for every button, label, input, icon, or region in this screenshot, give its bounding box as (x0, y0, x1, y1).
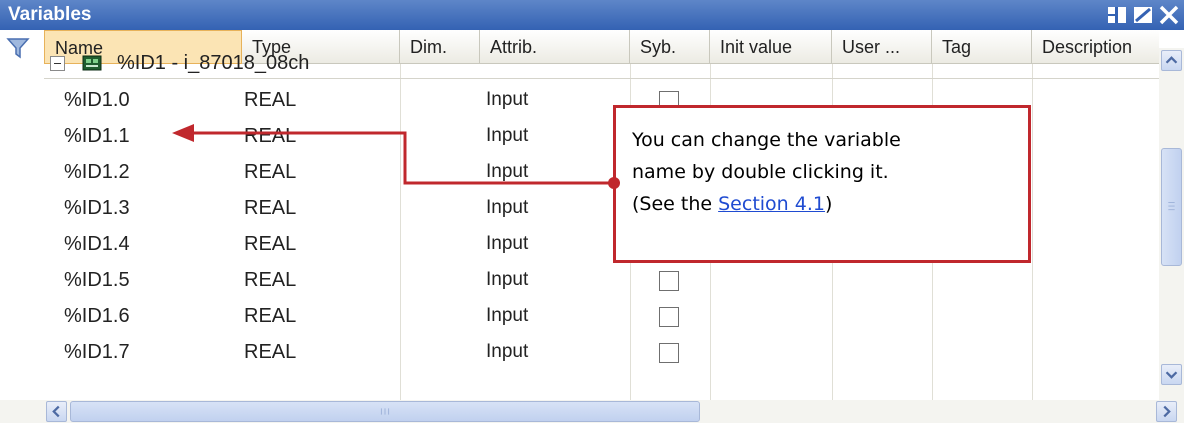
scroll-corner (0, 400, 44, 423)
scroll-right-button[interactable] (1156, 401, 1177, 422)
variables-panel: Variables Name Type Dim. Attrib. Syb. In… (0, 0, 1184, 423)
group-row[interactable]: %ID1 - i_87018_08ch (44, 48, 1159, 78)
variable-type-cell: REAL (244, 197, 297, 219)
callout-suffix: ) (824, 193, 833, 215)
close-button[interactable] (1158, 4, 1180, 26)
split-icon (1108, 7, 1126, 23)
variable-attrib-cell: Input (486, 197, 529, 218)
variable-type-cell: REAL (244, 305, 297, 327)
variable-name-cell[interactable]: %ID1.0 (64, 82, 130, 118)
variable-name-cell[interactable]: %ID1.1 (64, 118, 130, 154)
chevron-right-icon (1163, 405, 1171, 418)
io-board-icon (82, 55, 102, 71)
callout-prefix: (See the (632, 193, 719, 215)
vertical-scrollbar[interactable] (1159, 48, 1184, 400)
variable-attrib-cell: Input (486, 233, 529, 254)
variable-attrib-cell: Input (486, 269, 529, 290)
group-label: %ID1 - i_87018_08ch (117, 52, 310, 74)
chevron-left-icon (52, 405, 60, 418)
syb-checkbox[interactable] (659, 307, 679, 327)
filter-column (0, 30, 44, 400)
title-buttons (1106, 4, 1180, 26)
table-row[interactable]: %ID1.5 REAL Input (44, 262, 1159, 298)
variable-name-cell[interactable]: %ID1.6 (64, 298, 130, 334)
table-row[interactable]: %ID1.6 REAL Input (44, 298, 1159, 334)
split-view-button[interactable] (1106, 4, 1128, 26)
edit-icon (1134, 7, 1152, 23)
edit-button[interactable] (1132, 4, 1154, 26)
row-divider (44, 78, 1159, 79)
syb-checkbox[interactable] (659, 343, 679, 363)
syb-checkbox[interactable] (659, 271, 679, 291)
variable-name-cell[interactable]: %ID1.3 (64, 190, 130, 226)
variable-name-cell[interactable]: %ID1.7 (64, 334, 130, 370)
horizontal-scroll-thumb[interactable] (70, 401, 700, 422)
section-link[interactable]: Section 4.1 (718, 193, 825, 215)
grip-icon (380, 408, 390, 415)
panel-title: Variables (8, 4, 92, 25)
chevron-down-icon (1165, 371, 1178, 379)
variable-type-cell: REAL (244, 125, 297, 147)
variable-attrib-cell: Input (486, 125, 529, 146)
variable-type-cell: REAL (244, 233, 297, 255)
callout-line: You can change the variable (632, 129, 901, 151)
variable-type-cell: REAL (244, 341, 297, 363)
close-icon (1159, 5, 1179, 25)
callout-text: You can change the variable name by doub… (632, 124, 1022, 220)
horizontal-scrollbar[interactable] (44, 400, 1184, 423)
variable-name-cell[interactable]: %ID1.4 (64, 226, 130, 262)
callout-line: name by double clicking it. (632, 161, 889, 183)
variable-attrib-cell: Input (486, 341, 529, 362)
callout-line: (See the Section 4.1) (632, 188, 1022, 220)
variable-type-cell: REAL (244, 269, 297, 291)
variable-name-cell[interactable]: %ID1.2 (64, 154, 130, 190)
variable-name-cell[interactable]: %ID1.5 (64, 262, 130, 298)
callout-box: You can change the variable name by doub… (613, 105, 1031, 263)
variable-attrib-cell: Input (486, 305, 529, 326)
scroll-left-button[interactable] (46, 401, 67, 422)
title-bar: Variables (0, 0, 1184, 30)
scroll-up-button[interactable] (1161, 50, 1182, 71)
variable-type-cell: REAL (244, 89, 297, 111)
table-row[interactable]: %ID1.7 REAL Input (44, 334, 1159, 370)
chevron-up-icon (1165, 56, 1178, 64)
filter-icon[interactable] (6, 36, 30, 60)
vertical-scroll-thumb[interactable] (1161, 148, 1182, 266)
variable-type-cell: REAL (244, 161, 297, 183)
grip-icon (1168, 202, 1175, 211)
scroll-down-button[interactable] (1161, 364, 1182, 385)
variable-attrib-cell: Input (486, 161, 529, 182)
collapse-toggle[interactable] (50, 56, 65, 71)
variable-attrib-cell: Input (486, 89, 529, 110)
